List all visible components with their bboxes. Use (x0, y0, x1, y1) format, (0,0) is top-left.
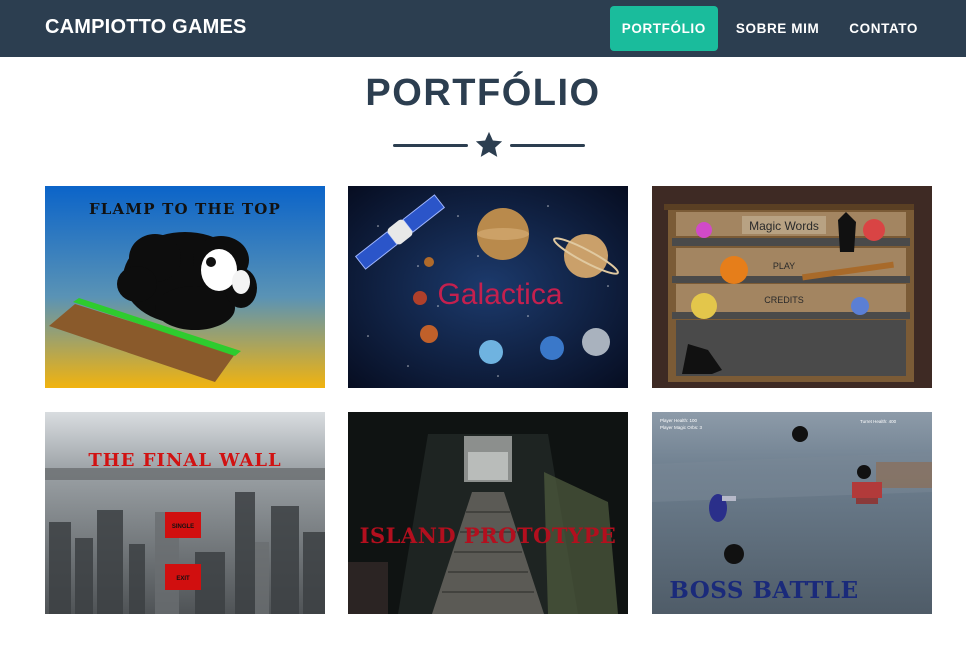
nav-menu: PORTFÓLIO SOBRE MIM CONTATO (609, 6, 930, 51)
portfolio-item-flamp[interactable]: FLAMP TO THE TOP (45, 186, 325, 388)
portfolio-image-flamp: FLAMP TO THE TOP (45, 186, 325, 388)
portfolio-image-magic-words: Magic Words PLAY CREDITS (652, 186, 932, 388)
menu-label-credits: CREDITS (764, 295, 804, 305)
hud-turret-health: Turret Health: 400 (860, 419, 897, 424)
hud-player-magic: Player Magic Orbs: 3 (660, 425, 703, 430)
portfolio-item-final-wall[interactable]: THE FINAL WALL SINGLE EXIT (45, 412, 325, 614)
menu-label-play: PLAY (773, 261, 795, 271)
portfolio-item-boss-battle[interactable]: Player Health: 100 Player Magic Orbs: 3 … (652, 412, 932, 614)
navbar: CAMPIOTTO GAMES PORTFÓLIO SOBRE MIM CONT… (0, 0, 966, 57)
menu-label-magic-words: Magic Words (749, 219, 819, 233)
game-title-final-wall: THE FINAL WALL (88, 450, 281, 471)
portfolio-item-galactica[interactable]: Galactica (348, 186, 628, 388)
brand-link[interactable]: CAMPIOTTO GAMES (45, 16, 247, 39)
portfolio-image-final-wall: THE FINAL WALL SINGLE EXIT (45, 412, 325, 614)
portfolio-image-island-prototype: ISLAND PROTOTYPE (348, 412, 628, 614)
portfolio-item-island-prototype[interactable]: ISLAND PROTOTYPE (348, 412, 628, 614)
portfolio-image-galactica: Galactica (348, 186, 628, 388)
game-title-flamp: FLAMP TO THE TOP (89, 200, 281, 218)
portfolio-image-boss-battle: Player Health: 100 Player Magic Orbs: 3 … (652, 412, 932, 614)
nav-item-sobre-mim[interactable]: SOBRE MIM (724, 6, 831, 51)
divider-line-right (510, 144, 585, 147)
title-divider (393, 130, 585, 160)
game-title-galactica: Galactica (437, 278, 562, 311)
final-wall-button-exit: EXIT (176, 576, 190, 582)
game-title-boss-battle: BOSS BATTLE (669, 577, 858, 604)
section-title: PORTFÓLIO (365, 72, 601, 114)
nav-item-contato[interactable]: CONTATO (837, 6, 930, 51)
portfolio-item-magic-words[interactable]: Magic Words PLAY CREDITS (652, 186, 932, 388)
final-wall-button-single: SINGLE (172, 524, 194, 530)
star-icon (475, 131, 503, 157)
nav-item-portfolio[interactable]: PORTFÓLIO (609, 6, 718, 51)
game-title-island: ISLAND PROTOTYPE (360, 523, 617, 548)
hud-player-health: Player Health: 100 (660, 418, 698, 423)
divider-line-left (393, 144, 468, 147)
